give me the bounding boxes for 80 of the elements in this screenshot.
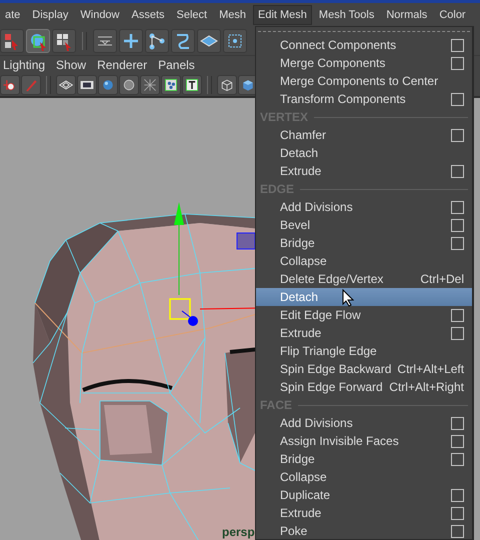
menu-item[interactable]: Merge Components (256, 54, 472, 72)
text-icon (184, 77, 200, 93)
menu-item[interactable]: Delete Edge/Vertex Ctrl+Del (256, 270, 472, 288)
option-box[interactable] (451, 200, 464, 214)
toolbar-button[interactable] (119, 29, 143, 53)
option-box[interactable] (451, 506, 464, 520)
mouse-pointer-icon (342, 289, 354, 307)
toolbar-button[interactable] (56, 75, 76, 95)
option-box[interactable] (451, 56, 464, 70)
menu-item[interactable]: Collapse (256, 252, 472, 270)
menu-bar-item[interactable]: Display (27, 5, 74, 25)
panel-menu-item[interactable]: Panels (155, 58, 203, 72)
option-box[interactable] (451, 38, 464, 52)
toolbar-button[interactable] (197, 29, 221, 53)
option-box[interactable] (451, 488, 464, 502)
toolbar-button[interactable] (223, 29, 247, 53)
menu-item[interactable]: Transform Components (256, 90, 472, 108)
menu-bar-item[interactable]: Window (75, 5, 124, 25)
menu-item[interactable]: Extrude (256, 162, 472, 180)
option-box[interactable] (451, 326, 464, 340)
menu-bar-item[interactable]: Assets (126, 5, 170, 25)
menu-item[interactable]: Bevel (256, 216, 472, 234)
plus-icon (121, 31, 141, 51)
vertex-edge-icon (147, 31, 167, 51)
toolbar-button[interactable] (52, 29, 76, 53)
toolbar-button[interactable] (0, 75, 20, 95)
component-select-icon (54, 31, 74, 51)
object-select-icon (28, 31, 48, 51)
menu-item[interactable]: Duplicate (256, 486, 472, 504)
option-box[interactable] (451, 164, 464, 178)
asterisk-icon (142, 77, 158, 93)
menu-item[interactable]: Detach (256, 144, 472, 162)
menu-item[interactable]: Flip Triangle Edge (256, 342, 472, 360)
option-box[interactable] (451, 452, 464, 466)
menu-bar-item[interactable]: Mesh Tools (314, 5, 380, 25)
menu-item[interactable]: Merge Components to Center (256, 72, 472, 90)
panel-menu-item[interactable]: Show (53, 58, 94, 72)
menu-bar-item[interactable]: ate (0, 5, 26, 25)
wire-cube-icon (219, 77, 235, 93)
toolbar-button[interactable] (77, 75, 97, 95)
option-box[interactable] (451, 236, 464, 250)
menu-item[interactable]: Add Divisions (256, 414, 472, 432)
toolbar-button[interactable] (217, 75, 237, 95)
option-box[interactable] (451, 128, 464, 142)
menu-item[interactable]: Collapse (256, 468, 472, 486)
toolbar-button[interactable] (145, 29, 169, 53)
toolbar-button[interactable] (0, 29, 24, 53)
circle-icon (121, 77, 137, 93)
dots-icon (163, 77, 179, 93)
menu-item[interactable]: Spin Edge Forward Ctrl+Alt+Right (256, 378, 472, 396)
option-box[interactable] (451, 92, 464, 106)
menu-item[interactable]: Extrude (256, 504, 472, 522)
camera-label: persp (222, 525, 255, 539)
menu-item[interactable]: Assign Invisible Faces (256, 432, 472, 450)
menu-bar-item[interactable]: Edit Mesh (253, 5, 312, 25)
option-box[interactable] (451, 218, 464, 232)
menu-bar-item[interactable]: Mesh (214, 5, 251, 25)
menu-bar-item[interactable]: Color (434, 5, 471, 25)
toolbar-button[interactable] (93, 29, 117, 53)
toolbar-button[interactable] (161, 75, 181, 95)
option-box[interactable] (451, 416, 464, 430)
menu-item[interactable]: Add Divisions (256, 198, 472, 216)
toolbar-button[interactable] (182, 75, 202, 95)
option-box[interactable] (451, 524, 464, 538)
menu-item[interactable]: Poke (256, 522, 472, 540)
toolbar-button[interactable] (171, 29, 195, 53)
option-box[interactable] (451, 434, 464, 448)
menu-item[interactable]: Bridge (256, 450, 472, 468)
menu-item[interactable]: Bridge (256, 234, 472, 252)
menu-item[interactable]: Extrude (256, 324, 472, 342)
menu-item[interactable]: Detach (256, 288, 472, 306)
menu-bar-item[interactable]: Normals (381, 5, 432, 25)
option-box[interactable] (451, 308, 464, 322)
menu-item[interactable]: Edit Edge Flow (256, 306, 472, 324)
toolbar-button[interactable] (119, 75, 139, 95)
menu-bar-item[interactable]: Select (172, 5, 212, 25)
panel-menu-item[interactable]: Lighting (0, 58, 54, 72)
menu-item[interactable]: Spin Edge Backward Ctrl+Alt+Left (256, 360, 472, 378)
panel-menu-item[interactable]: Renderer (94, 58, 156, 72)
menu-item[interactable]: Chamfer (256, 126, 472, 144)
